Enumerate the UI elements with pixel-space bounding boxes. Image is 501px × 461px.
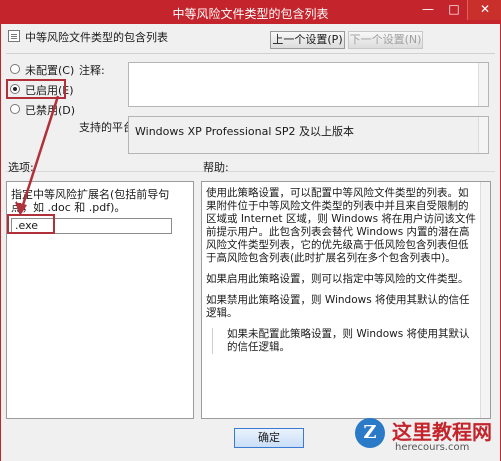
help-paragraph: 如果禁用此策略设置，则 Windows 将使用其默认的信任逻辑。 xyxy=(206,294,470,319)
watermark-logo xyxy=(355,418,385,448)
comment-field[interactable] xyxy=(128,62,489,107)
next-setting-button[interactable]: 下一个设置(N) xyxy=(348,31,423,49)
ok-button[interactable]: 确定 xyxy=(234,428,304,448)
watermark-url: herecours.com xyxy=(395,442,470,453)
watermark-text: 这里教程网 xyxy=(392,420,492,444)
help-paragraph: 使用此策略设置，可以配置中等风险文件类型的列表。如果附件位于中等风险文件类型的列… xyxy=(206,187,476,264)
minimize-button[interactable]: — xyxy=(415,0,441,20)
platform-field: Windows XP Professional SP2 及以上版本 xyxy=(128,116,489,154)
maximize-button[interactable]: □ xyxy=(441,0,467,20)
platform-scrollbar[interactable] xyxy=(478,117,488,153)
previous-setting-button[interactable]: 上一个设置(P) xyxy=(270,31,345,49)
section-divider xyxy=(6,171,495,172)
help-paragraph: 如果未配置此策略设置，则 Windows 将使用其默认的信任逻辑。 xyxy=(212,328,476,354)
help-scrollbar[interactable] xyxy=(480,182,490,418)
title-bar: 中等风险文件类型的包含列表 — □ ✕ xyxy=(0,0,501,24)
highlight-enabled-box xyxy=(6,79,66,99)
radio-circle[interactable] xyxy=(10,104,20,114)
header-divider xyxy=(6,53,495,54)
radio-label: 未配置(C) xyxy=(25,64,75,77)
help-panel: 使用此策略设置，可以配置中等风险文件类型的列表。如果附件位于中等风险文件类型的列… xyxy=(201,181,491,419)
platform-value: Windows XP Professional SP2 及以上版本 xyxy=(135,125,354,138)
comment-label: 注释: xyxy=(79,64,105,77)
policy-icon xyxy=(8,30,20,42)
comment-scrollbar[interactable] xyxy=(478,63,488,106)
options-label: 选项: xyxy=(8,161,34,174)
policy-name: 中等风险文件类型的包含列表 xyxy=(25,31,168,44)
close-button[interactable]: ✕ xyxy=(467,0,501,20)
radio-circle[interactable] xyxy=(10,64,20,74)
help-paragraph: 如果启用此策略设置，则可以指定中等风险的文件类型。 xyxy=(206,273,469,285)
options-description: 指定中等风险扩展名(包括前导句点，如 .doc 和 .pdf)。 xyxy=(11,188,170,214)
radio-label: 已禁用(D) xyxy=(25,104,76,117)
highlight-extension-box xyxy=(7,214,55,234)
help-text: 使用此策略设置，可以配置中等风险文件类型的列表。如果附件位于中等风险文件类型的列… xyxy=(206,187,476,362)
help-label: 帮助: xyxy=(203,161,229,174)
